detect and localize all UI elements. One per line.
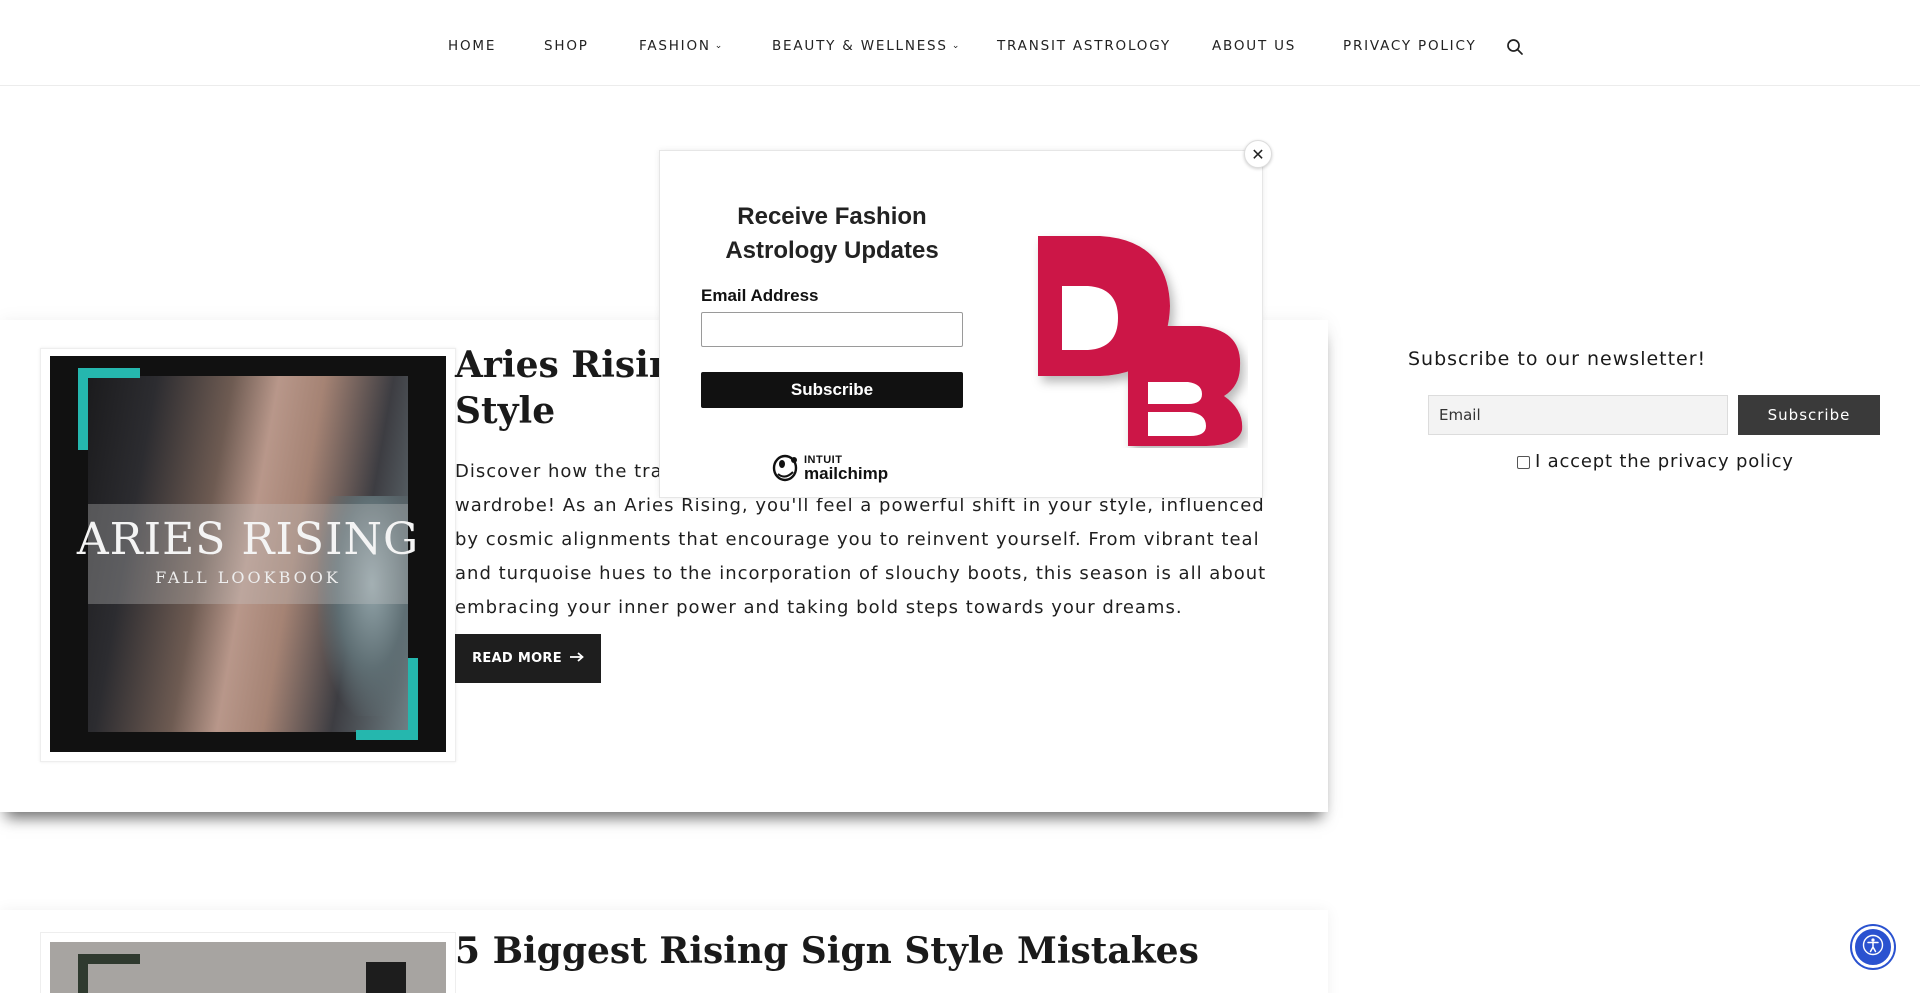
teal-corner-accent [408, 658, 418, 740]
search-icon[interactable] [1506, 38, 1524, 56]
thumbnail-subtitle: FALL LOOKBOOK [155, 568, 341, 587]
accessibility-button[interactable] [1852, 926, 1894, 968]
chevron-down-icon: ⌄ [714, 41, 725, 51]
read-more-button[interactable]: READ MORE [455, 634, 601, 683]
nav-item-transit-astrology[interactable]: TRANSIT ASTROLOGY [997, 38, 1171, 54]
accessibility-icon [1862, 934, 1884, 960]
teal-corner-accent [78, 368, 88, 450]
nav-label: ABOUT US [1212, 38, 1297, 54]
mailchimp-freddie-icon [770, 452, 800, 482]
mailchimp-logo[interactable]: INTUIT mailchimp [770, 452, 888, 482]
arrow-right-icon [569, 651, 584, 666]
nav-label: SHOP [544, 38, 589, 54]
popup-email-label: Email Address [701, 286, 819, 305]
newsletter-email-input[interactable] [1428, 395, 1728, 435]
nav-item-fashion[interactable]: FASHION ⌄ [639, 38, 724, 54]
privacy-checkbox[interactable] [1517, 456, 1530, 469]
thumbnail-title: ARIES RISING [76, 514, 420, 565]
top-navigation: HOME SHOP FASHION ⌄ BEAUTY & WELLNESS ⌄ TR… [0, 0, 1920, 86]
corner-accent [78, 954, 88, 993]
mailchimp-name-text: mailchimp [804, 464, 889, 483]
nav-label: BEAUTY & WELLNESS [772, 38, 948, 54]
post-thumbnail[interactable]: ARIES RISING FALL LOOKBOOK [50, 356, 446, 752]
popup-email-input[interactable] [701, 312, 963, 347]
nav-item-shop[interactable]: SHOP [544, 38, 589, 54]
popup-subscribe-button[interactable]: Subscribe [701, 372, 963, 408]
thumbnail-photo [366, 962, 406, 993]
read-more-label: READ MORE [472, 651, 562, 666]
newsletter-subscribe-button[interactable]: Subscribe [1738, 395, 1880, 435]
db-brand-logo [1030, 226, 1248, 448]
popup-title: Receive Fashion Astrology Updates [725, 203, 939, 264]
post-thumbnail[interactable] [50, 942, 446, 993]
close-icon[interactable]: ✕ [1244, 140, 1272, 168]
privacy-checkbox-label: I accept the privacy policy [1535, 451, 1794, 472]
nav-label: TRANSIT ASTROLOGY [997, 38, 1171, 54]
nav-label: PRIVACY POLICY [1343, 38, 1477, 54]
post-title[interactable]: 5 Biggest Rising Sign Style Mistakes [455, 930, 1199, 972]
nav-label: FASHION [639, 38, 711, 54]
nav-item-privacy-policy[interactable]: PRIVACY POLICY [1343, 38, 1477, 54]
nav-item-about-us[interactable]: ABOUT US [1212, 38, 1296, 54]
chevron-down-icon: ⌄ [951, 41, 962, 51]
nav-item-beauty-wellness[interactable]: BEAUTY & WELLNESS ⌄ [772, 38, 961, 54]
newsletter-heading: Subscribe to our newsletter! [1408, 348, 1707, 370]
nav-item-home[interactable]: HOME [448, 38, 496, 54]
nav-label: HOME [448, 38, 497, 54]
